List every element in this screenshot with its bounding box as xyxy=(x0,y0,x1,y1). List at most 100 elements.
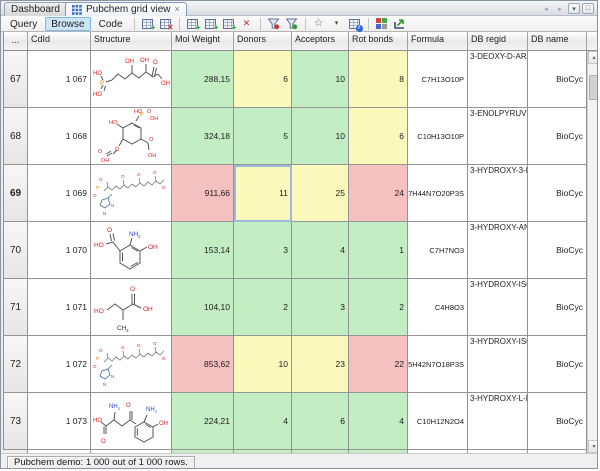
delete-row-table-icon[interactable]: ✕ xyxy=(158,17,174,31)
cell-db-regid[interactable]: 3-ENOLPYRUVYL-SH xyxy=(468,108,528,165)
favorites-star-icon[interactable]: ☆ xyxy=(311,17,327,31)
cell-cdid[interactable]: 1 072 xyxy=(28,336,91,393)
row-number[interactable]: 68 xyxy=(3,108,28,165)
cell-cdid[interactable]: 1 068 xyxy=(28,108,91,165)
column-header-rot-bonds[interactable]: Rot bonds xyxy=(349,32,408,51)
tab-scroll-left-icon[interactable]: ◂ xyxy=(540,3,552,14)
cell-mol-weight[interactable]: 911,66 xyxy=(172,165,234,222)
column-header-formula[interactable]: Formula xyxy=(408,32,468,51)
tab-scroll-right-icon[interactable]: ▸ xyxy=(554,3,566,14)
cell-donors[interactable]: 5 xyxy=(234,108,292,165)
filter-apply-icon[interactable] xyxy=(284,17,300,31)
cell-db-regid[interactable]: 3-HYDROXY-ISOBUT xyxy=(468,336,528,393)
cell-donors[interactable]: 3 xyxy=(234,222,292,279)
row-number[interactable]: 71 xyxy=(3,279,28,336)
cell-db-regid[interactable]: 3-HYDROXY-ANTHRA xyxy=(468,222,528,279)
paste-row-table-icon[interactable]: + xyxy=(221,17,237,31)
structure-drawing[interactable]: POOOOOONN xyxy=(91,165,172,222)
insert-row-table-icon[interactable]: + xyxy=(140,17,156,31)
cell-db-name[interactable]: BioCyc xyxy=(528,165,587,222)
cell-acceptors[interactable]: 23 xyxy=(292,336,349,393)
query-button[interactable]: Query xyxy=(4,17,43,31)
cell-cdid[interactable]: 1 073 xyxy=(28,393,91,450)
structure-drawing[interactable]: POOOOOONN xyxy=(91,336,172,393)
star-dropdown-arrow-icon[interactable]: ▾ xyxy=(329,17,345,31)
cell-cdid[interactable]: 1 069 xyxy=(28,165,91,222)
row-number[interactable]: 67 xyxy=(3,51,28,108)
row-number[interactable]: 73 xyxy=(3,393,28,450)
cell-rot-bonds[interactable]: 8 xyxy=(349,51,408,108)
vertical-scrollbar[interactable]: ▴ ▾ xyxy=(587,51,597,453)
filter-new-icon[interactable] xyxy=(266,17,282,31)
cell-acceptors[interactable]: 25 xyxy=(292,165,349,222)
column-header-donors[interactable]: Donors xyxy=(234,32,292,51)
cell-db-regid[interactable]: 3-HYDROXY-L-KYNU xyxy=(468,393,528,450)
cell-db-name[interactable]: BioCyc xyxy=(528,108,587,165)
cell-acceptors[interactable]: 3 xyxy=(292,279,349,336)
column-header-structure[interactable]: Structure xyxy=(91,32,172,51)
cell-donors[interactable]: 11 xyxy=(234,165,292,222)
cell-acceptors[interactable]: 6 xyxy=(292,393,349,450)
cell-mol-weight[interactable]: 153,14 xyxy=(172,222,234,279)
code-button[interactable]: Code xyxy=(93,17,129,31)
cell-rot-bonds[interactable]: 6 xyxy=(349,108,408,165)
duplicate-row-table-icon[interactable]: + xyxy=(203,17,219,31)
structure-drawing[interactable]: PHOOOHHOOOHOOOH xyxy=(91,108,172,165)
cell-mol-weight[interactable]: 104,10 xyxy=(172,279,234,336)
scroll-up-icon[interactable]: ▴ xyxy=(588,51,597,64)
scroll-down-icon[interactable]: ▾ xyxy=(588,440,597,453)
column-header-mol-weight[interactable]: Mol Weight xyxy=(172,32,234,51)
browse-button[interactable]: Browse xyxy=(45,17,90,31)
row-number[interactable]: 70 xyxy=(3,222,28,279)
cell-cdid[interactable]: 1 070 xyxy=(28,222,91,279)
maximize-icon[interactable]: □ xyxy=(582,3,594,14)
cell-mol-weight[interactable]: 288,15 xyxy=(172,51,234,108)
cell-formula[interactable]: C10H12N2O4 xyxy=(408,393,468,450)
color-grid-icon[interactable] xyxy=(374,17,390,31)
cell-db-name[interactable]: BioCyc xyxy=(528,279,587,336)
row-number[interactable]: 72 xyxy=(3,336,28,393)
column-header-cdid[interactable]: CdId xyxy=(28,32,91,51)
structure-drawing[interactable]: HOOOHCH3 xyxy=(91,279,172,336)
tab-list-dropdown-icon[interactable]: ▾ xyxy=(568,3,580,14)
cell-rot-bonds[interactable]: 2 xyxy=(349,279,408,336)
structure-drawing[interactable]: OHOHOOHPHOHO xyxy=(91,51,172,108)
row-number[interactable]: 69 xyxy=(3,165,28,222)
cell-donors[interactable]: 6 xyxy=(234,51,292,108)
cell-db-regid[interactable]: 3-DEOXY-D-ARABIN xyxy=(468,51,528,108)
export-icon[interactable] xyxy=(392,17,408,31)
cell-db-name[interactable]: BioCyc xyxy=(528,393,587,450)
column-header-acceptors[interactable]: Acceptors xyxy=(292,32,349,51)
cell-db-name[interactable]: BioCyc xyxy=(528,222,587,279)
cell-mol-weight[interactable]: 853,62 xyxy=(172,336,234,393)
cell-formula[interactable]: C7H13O10P xyxy=(408,51,468,108)
delete-red-x-icon[interactable]: ✕ xyxy=(239,17,255,31)
close-icon[interactable]: × xyxy=(174,5,179,14)
cell-mol-weight[interactable]: 224,21 xyxy=(172,393,234,450)
cell-acceptors[interactable]: 10 xyxy=(292,51,349,108)
column-header-[interactable]: ... xyxy=(3,32,28,51)
cell-db-regid[interactable]: 3-HYDROXY-ISOBUT xyxy=(468,279,528,336)
grid-view-settings-icon[interactable]: i xyxy=(347,17,363,31)
cell-cdid[interactable]: 1 067 xyxy=(28,51,91,108)
cell-formula[interactable]: C4H8O3 xyxy=(408,279,468,336)
tab-pubchem-grid-view[interactable]: Pubchem grid view × xyxy=(65,2,187,16)
cell-db-name[interactable]: BioCyc xyxy=(528,336,587,393)
cell-mol-weight[interactable]: 324,18 xyxy=(172,108,234,165)
column-header-db-name[interactable]: DB name xyxy=(528,32,587,51)
structure-drawing[interactable]: OHONH2OH xyxy=(91,222,172,279)
cell-donors[interactable]: 10 xyxy=(234,336,292,393)
add-row-table-icon[interactable]: + xyxy=(185,17,201,31)
cell-donors[interactable]: 2 xyxy=(234,279,292,336)
cell-rot-bonds[interactable]: 1 xyxy=(349,222,408,279)
cell-formula[interactable]: C27H44N7O20P3S xyxy=(408,165,468,222)
cell-formula[interactable]: C25H42N7O18P3S xyxy=(408,336,468,393)
cell-rot-bonds[interactable]: 22 xyxy=(349,336,408,393)
cell-db-name[interactable]: BioCyc xyxy=(528,51,587,108)
cell-formula[interactable]: C7H7NO3 xyxy=(408,222,468,279)
cell-rot-bonds[interactable]: 4 xyxy=(349,393,408,450)
cell-acceptors[interactable]: 4 xyxy=(292,222,349,279)
structure-drawing[interactable]: HOONH2ONH2OH xyxy=(91,393,172,450)
cell-cdid[interactable]: 1 071 xyxy=(28,279,91,336)
cell-rot-bonds[interactable]: 24 xyxy=(349,165,408,222)
